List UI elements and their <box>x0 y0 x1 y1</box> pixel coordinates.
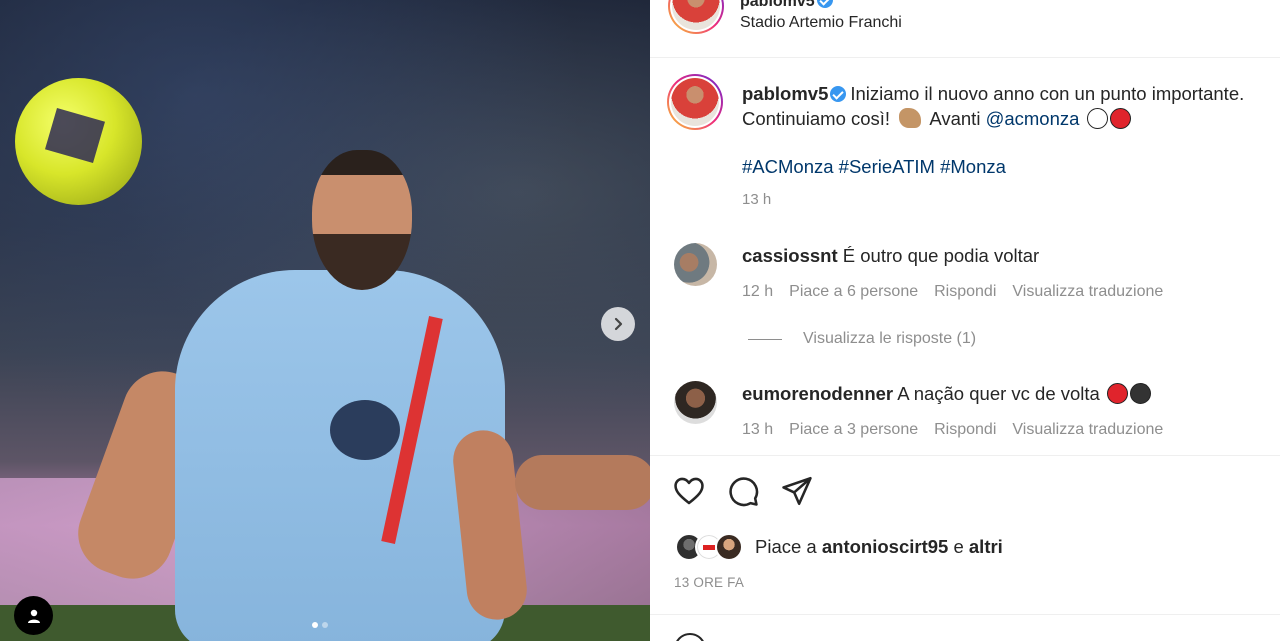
player-head <box>312 150 412 290</box>
liker-avatar[interactable] <box>715 533 743 561</box>
post-location[interactable]: Stadio Artemio Franchi <box>740 14 902 32</box>
caption-text-line2a: Continuiamo così! <box>742 108 891 129</box>
share-icon[interactable] <box>780 474 814 508</box>
post-age: 13 ORE FA <box>674 575 745 590</box>
comment-meta: 13 h Piace a 3 persone Rispondi Visualiz… <box>742 421 1179 439</box>
opponent-hand <box>515 455 650 510</box>
likes-prefix: Piace a <box>755 536 817 557</box>
comment-translate-button[interactable]: Visualizza traduzione <box>1012 283 1163 301</box>
header-username-text[interactable]: pablomv5 <box>740 0 815 10</box>
likers-avatars <box>675 533 743 561</box>
mention-link[interactable]: @acmonza <box>986 108 1080 129</box>
comment-icon[interactable] <box>726 474 760 508</box>
red-circle-emoji-icon <box>1109 108 1131 129</box>
comment-body: A nação quer vc de volta <box>897 383 1100 404</box>
replies-line <box>748 338 782 340</box>
header-divider <box>650 57 1280 58</box>
comment-username[interactable]: eumorenodenner <box>742 383 893 404</box>
next-photo-button[interactable] <box>601 307 635 341</box>
carousel-dot-active <box>312 622 318 628</box>
comment-time: 13 h <box>742 421 774 438</box>
shirt-sponsor-logo <box>330 400 400 460</box>
view-replies-button[interactable]: Visualizza le risposte (1) <box>748 330 976 348</box>
likes-others-link[interactable]: altri <box>969 536 1003 558</box>
likes-joiner: e <box>953 536 964 557</box>
tagged-users-button[interactable] <box>14 596 53 635</box>
heart-icon[interactable] <box>672 474 706 508</box>
user-tag-icon <box>27 609 40 623</box>
post-details-panel: pablomv5 Stadio Artemio Franchi pablomv5… <box>650 0 1280 641</box>
comment-avatar[interactable] <box>674 243 717 286</box>
verified-badge-icon <box>830 86 847 102</box>
caption-text-line2b: Avanti <box>929 108 981 129</box>
comment-text: eumorenodenner A nação quer vc de volta <box>742 383 1151 405</box>
comment-reply-button[interactable]: Rispondi <box>934 421 996 439</box>
comment-reply-button[interactable]: Rispondi <box>934 283 996 301</box>
liker-username[interactable]: antonioscirt95 <box>822 536 948 558</box>
likes-summary: Piace a antonioscirt95 e altri <box>675 533 1003 561</box>
author-avatar[interactable] <box>668 0 724 34</box>
comment-text: cassiossnt É outro que podia voltar <box>742 245 1039 267</box>
caption-author-avatar[interactable] <box>667 74 723 130</box>
post-photo <box>0 0 650 641</box>
comment-time: 12 h <box>742 283 774 300</box>
comment-likes-link[interactable]: Piace a 3 persone <box>789 421 918 439</box>
carousel-dot <box>322 622 328 628</box>
comment-avatar[interactable] <box>674 381 717 424</box>
caption-timestamp: 13 h <box>742 191 772 208</box>
header-username[interactable]: pablomv5 <box>740 0 837 11</box>
comment-translate-button[interactable]: Visualizza traduzione <box>1012 421 1163 439</box>
red-circle-emoji-icon <box>1106 383 1128 404</box>
black-circle-emoji-icon <box>1129 383 1151 404</box>
comment-likes-link[interactable]: Piace a 6 persone <box>789 283 918 301</box>
verified-badge-icon <box>816 0 833 8</box>
post-actions <box>672 474 814 508</box>
caption-username[interactable]: pablomv5 <box>742 83 828 104</box>
comment-meta: 12 h Piace a 6 persone Rispondi Visualiz… <box>742 283 1179 301</box>
hashtag-link[interactable]: #SerieATIM <box>839 156 935 177</box>
hashtag-link[interactable]: #ACMonza <box>742 156 834 177</box>
current-user-avatar[interactable] <box>674 633 706 641</box>
flexed-biceps-emoji-icon <box>899 108 922 128</box>
comment-username[interactable]: cassiossnt <box>742 245 838 266</box>
actions-divider <box>650 455 1280 456</box>
chevron-right-icon <box>614 317 623 331</box>
caption: pablomv5 Iniziamo il nuovo anno con un pu… <box>742 81 1272 131</box>
caption-text-line1: Iniziamo il nuovo anno con un punto impo… <box>850 83 1245 104</box>
football <box>15 78 142 205</box>
hashtags: #ACMonza #SerieATIM #Monza <box>742 156 1006 178</box>
carousel-dots <box>312 622 328 628</box>
white-circle-emoji-icon <box>1086 108 1108 129</box>
comment-body: É outro que podia voltar <box>842 245 1040 266</box>
view-replies-label[interactable]: Visualizza le risposte (1) <box>803 330 976 348</box>
footer-divider <box>650 614 1280 615</box>
hashtag-link[interactable]: #Monza <box>940 156 1006 177</box>
